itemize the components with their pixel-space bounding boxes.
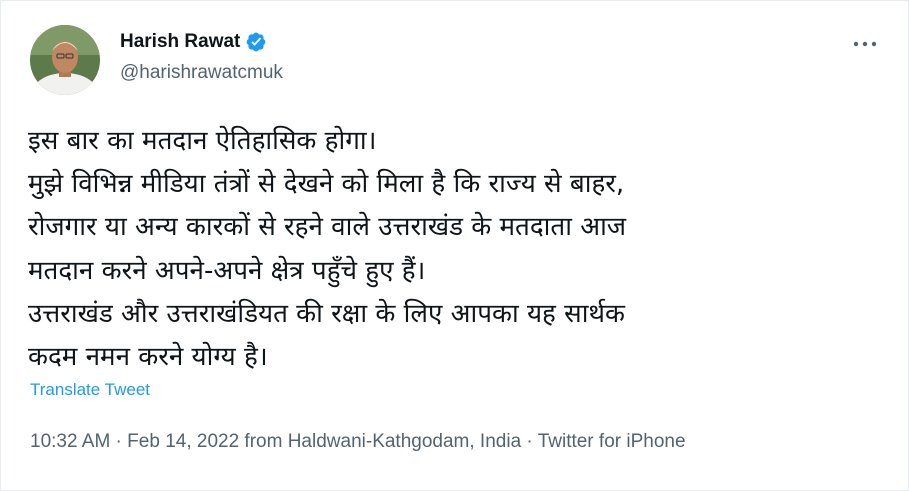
tweet-text-line: रोजगार या अन्य कारकों से रहने वाले उत्तर… bbox=[28, 212, 627, 243]
tweet-time: 10:32 AM bbox=[30, 431, 111, 452]
tweet-card: Harish Rawat @harishrawatcmuk इस बार का … bbox=[0, 0, 909, 491]
tweet-text-line: उत्तराखंड और उत्तराखंडियत की रक्षा के लि… bbox=[28, 298, 626, 329]
author-name-row: Harish Rawat bbox=[120, 31, 267, 53]
translate-tweet-link[interactable]: Translate Tweet bbox=[30, 380, 150, 400]
tweet-text-line: कदम नमन करने योग्य है। bbox=[28, 342, 268, 373]
avatar-photo bbox=[30, 25, 100, 95]
tweet-timestamp-link[interactable]: 10:32 AM · Feb 14, 2022 bbox=[30, 431, 239, 452]
author-display-name[interactable]: Harish Rawat bbox=[120, 31, 240, 53]
tweet-location: from Haldwani-Kathgodam, India bbox=[239, 431, 522, 452]
meta-separator: · bbox=[521, 431, 538, 452]
tweet-text-line: मुझे विभिन्न मीडिया तंत्रों से देखने को … bbox=[28, 169, 625, 200]
tweet-metadata: 10:32 AM · Feb 14, 2022 from Haldwani-Ka… bbox=[30, 431, 686, 453]
verified-badge-icon bbox=[245, 31, 267, 53]
avatar[interactable] bbox=[30, 25, 100, 95]
tweet-date: Feb 14, 2022 bbox=[127, 431, 240, 452]
tweet-text: इस बार का मतदान ऐतिहासिक होगा। मुझे विभि… bbox=[28, 120, 888, 379]
more-options-button[interactable] bbox=[849, 31, 881, 57]
tweet-text-line: मतदान करने अपने-अपने क्षेत्र पहुँचे हुए … bbox=[28, 255, 426, 286]
tweet-text-line: इस बार का मतदान ऐतिहासिक होगा। bbox=[28, 126, 377, 156]
more-horizontal-icon bbox=[853, 41, 877, 47]
tweet-source-link[interactable]: Twitter for iPhone bbox=[538, 431, 686, 452]
meta-separator: · bbox=[110, 431, 128, 452]
author-handle[interactable]: @harishrawatcmuk bbox=[120, 62, 283, 84]
